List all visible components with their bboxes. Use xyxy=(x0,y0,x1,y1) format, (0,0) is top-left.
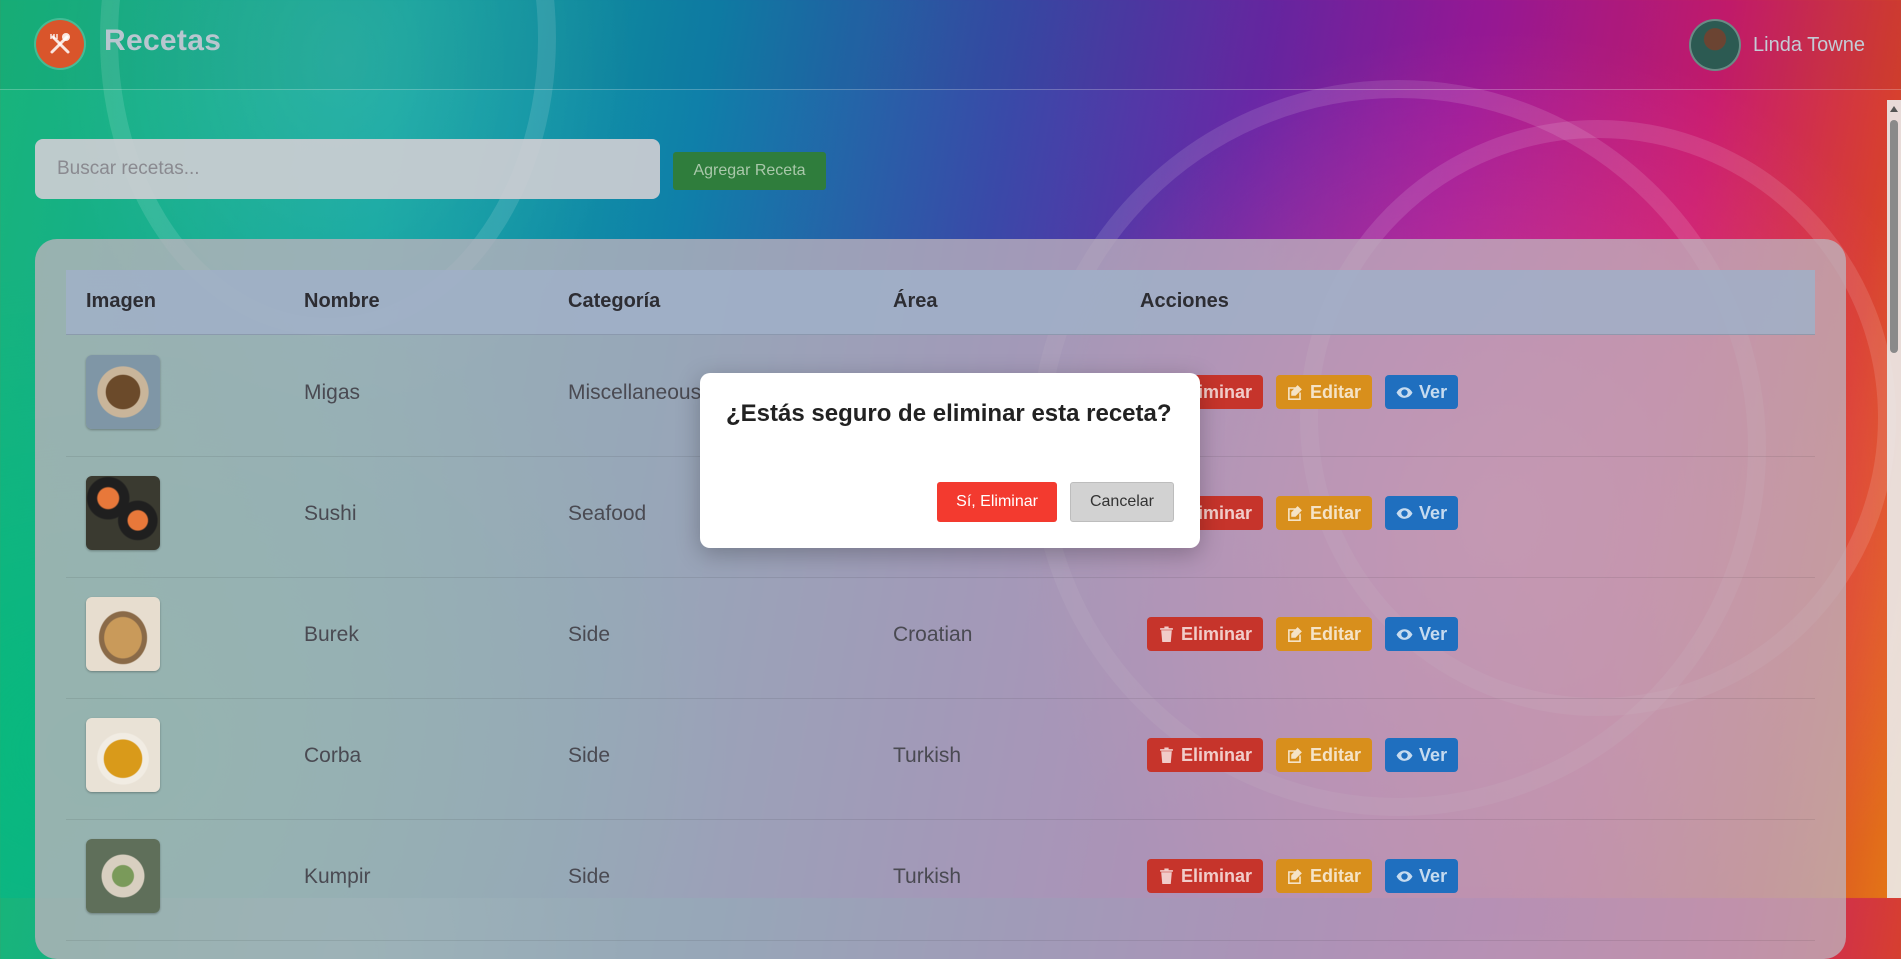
view-button[interactable]: Ver xyxy=(1385,738,1459,772)
eye-icon xyxy=(1396,507,1413,519)
delete-confirm-dialog: ¿Estás seguro de eliminar esta receta? S… xyxy=(700,373,1200,548)
edit-button[interactable]: Editar xyxy=(1276,496,1373,530)
page-scrollbar[interactable] xyxy=(1887,100,1901,898)
edit-label: Editar xyxy=(1310,865,1362,886)
row-actions: Eliminar Editar Ver xyxy=(1147,859,1459,893)
edit-label: Editar xyxy=(1310,502,1362,523)
dialog-title: ¿Estás seguro de eliminar esta receta? xyxy=(726,400,1172,427)
app-header: Recetas Linda Towne xyxy=(0,0,1901,90)
cancel-button[interactable]: Cancelar xyxy=(1069,482,1174,522)
view-label: Ver xyxy=(1419,502,1448,523)
recipe-name: Burek xyxy=(304,623,359,646)
eye-icon xyxy=(1396,386,1413,398)
delete-label: Eliminar xyxy=(1181,623,1253,644)
eye-icon xyxy=(1396,749,1413,761)
edit-label: Editar xyxy=(1310,381,1362,402)
edit-button[interactable]: Editar xyxy=(1276,375,1373,409)
view-label: Ver xyxy=(1419,623,1448,644)
eye-icon xyxy=(1396,628,1413,640)
recipes-table-card: Imagen Nombre Categoría Área Acciones Mi… xyxy=(35,239,1846,959)
delete-label: Eliminar xyxy=(1181,865,1253,886)
edit-icon xyxy=(1288,626,1302,642)
recipe-name: Corba xyxy=(304,744,362,767)
fork-spoon-icon[interactable] xyxy=(36,20,84,68)
recipe-category: Seafood xyxy=(568,502,647,525)
column-header-category: Categoría xyxy=(568,290,661,312)
trash-icon xyxy=(1160,626,1173,642)
delete-label: Eliminar xyxy=(1181,744,1253,765)
delete-button[interactable]: Eliminar xyxy=(1147,617,1264,651)
edit-label: Editar xyxy=(1310,744,1362,765)
view-button[interactable]: Ver xyxy=(1385,617,1459,651)
recipe-category: Miscellaneous xyxy=(568,381,702,404)
column-header-image: Imagen xyxy=(86,290,157,312)
add-recipe-button[interactable]: Agregar Receta xyxy=(673,152,826,190)
recipe-image xyxy=(86,839,160,913)
recipe-image xyxy=(86,476,160,550)
row-actions: Eliminar Editar Ver xyxy=(1147,738,1459,772)
column-header-area: Área xyxy=(893,290,938,312)
recipe-name: Migas xyxy=(304,381,361,404)
confirm-delete-button[interactable]: Sí, Eliminar xyxy=(937,482,1057,522)
column-header-actions: Acciones xyxy=(1140,290,1229,312)
eye-icon xyxy=(1396,870,1413,882)
view-button[interactable]: Ver xyxy=(1385,375,1459,409)
edit-label: Editar xyxy=(1310,623,1362,644)
recipe-area: Turkish xyxy=(893,744,962,767)
view-label: Ver xyxy=(1419,865,1448,886)
dialog-actions: Sí, Eliminar Cancelar xyxy=(937,482,1174,522)
table-row: Burek Side Croatian Eliminar Editar Ver xyxy=(66,577,1815,699)
view-label: Ver xyxy=(1419,744,1448,765)
view-button[interactable]: Ver xyxy=(1385,859,1459,893)
recipe-category: Side xyxy=(568,865,611,888)
recipe-name: Kumpir xyxy=(304,865,371,888)
delete-button[interactable]: Eliminar xyxy=(1147,738,1264,772)
recipe-image xyxy=(86,718,160,792)
edit-icon xyxy=(1288,384,1302,400)
table-header: Imagen Nombre Categoría Área Acciones xyxy=(66,270,1815,335)
recipe-image xyxy=(86,597,160,671)
edit-icon xyxy=(1288,868,1302,884)
edit-icon xyxy=(1288,747,1302,763)
recipe-area: Turkish xyxy=(893,865,962,888)
user-menu[interactable]: Linda Towne xyxy=(1689,19,1865,71)
avatar[interactable] xyxy=(1689,19,1742,71)
row-actions: Eliminar Editar Ver xyxy=(1147,617,1459,651)
delete-button[interactable]: Eliminar xyxy=(1147,859,1264,893)
app-title[interactable]: Recetas xyxy=(104,24,221,58)
edit-button[interactable]: Editar xyxy=(1276,859,1373,893)
recipe-category: Side xyxy=(568,744,611,767)
edit-icon xyxy=(1288,505,1302,521)
search-input[interactable] xyxy=(35,139,660,199)
recipe-category: Side xyxy=(568,623,611,646)
scrollbar-thumb[interactable] xyxy=(1890,120,1898,353)
table-row: Corba Side Turkish Eliminar Editar Ver xyxy=(66,698,1815,820)
trash-icon xyxy=(1160,868,1173,884)
scroll-up-icon[interactable] xyxy=(1890,106,1898,112)
view-button[interactable]: Ver xyxy=(1385,496,1459,530)
view-label: Ver xyxy=(1419,381,1448,402)
edit-button[interactable]: Editar xyxy=(1276,617,1373,651)
trash-icon xyxy=(1160,747,1173,763)
recipe-area: Croatian xyxy=(893,623,973,646)
recipe-name: Sushi xyxy=(304,502,357,525)
user-name[interactable]: Linda Towne xyxy=(1753,34,1865,57)
edit-button[interactable]: Editar xyxy=(1276,738,1373,772)
recipe-image xyxy=(86,355,160,429)
column-header-name: Nombre xyxy=(304,290,380,312)
table-row: Kumpir Side Turkish Eliminar Editar Ver xyxy=(66,819,1815,941)
